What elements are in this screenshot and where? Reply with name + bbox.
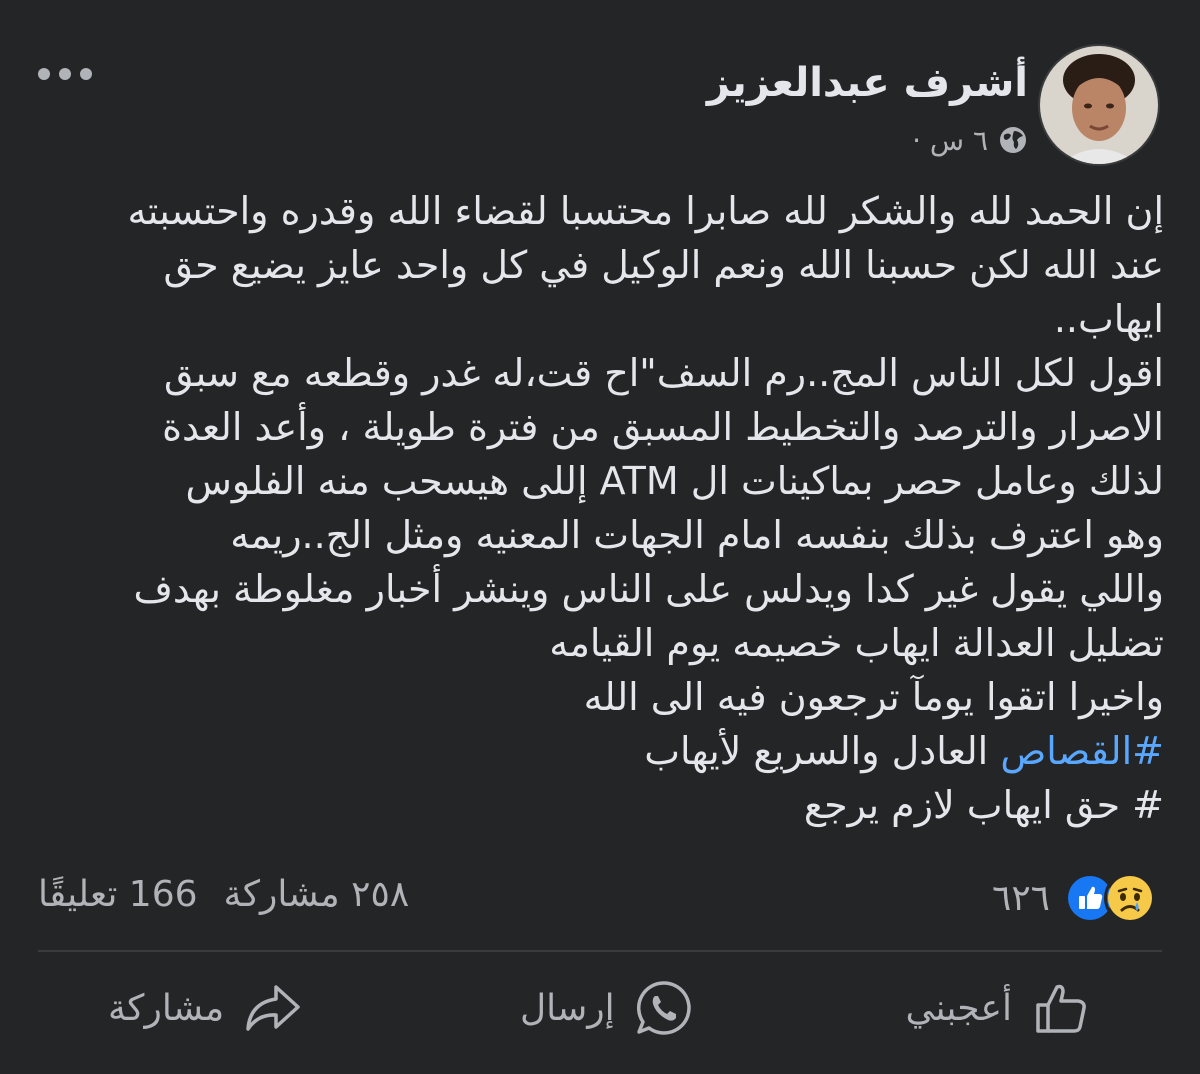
post-line: الاصرار والترصد والتخطيط المسبق من فترة … — [162, 405, 1164, 449]
share-button[interactable]: مشاركة — [108, 968, 304, 1048]
author-avatar[interactable] — [1038, 44, 1160, 166]
author-name[interactable]: أشرف عبدالعزيز — [707, 60, 1028, 106]
hashtag-line: #القصاص العادل والسريع لأيهاب — [54, 724, 1164, 778]
post-line: واخيرا اتقوا يومآ ترجعون فيه الى الله — [583, 675, 1164, 719]
post-line: وهو اعترف بذلك بنفسه امام الجهات المعنيه… — [230, 513, 1164, 557]
dot-icon — [80, 68, 92, 80]
post-line: لذلك وعامل حصر بماكينات ال ATM إللى هيسح… — [185, 459, 1165, 503]
engagement-counts: 166 تعليقًا ٢٥٨ مشاركة — [38, 874, 409, 915]
post-header: أشرف عبدالعزيز ٦ س · — [0, 40, 1200, 170]
shares-count[interactable]: ٢٥٨ مشاركة — [224, 874, 410, 915]
post-meta: ٦ س · — [912, 120, 1028, 160]
dot-icon — [38, 68, 50, 80]
reactions-count: ٦٢٦ — [991, 877, 1050, 919]
sad-reaction-icon — [1104, 872, 1156, 924]
post-line: عند الله لكن حسبنا الله ونعم الوكيل في ك… — [163, 243, 1164, 287]
post-stats: ٦٢٦ 166 تعليقًا ٢٥٨ مشاركة — [0, 868, 1200, 924]
more-options-button[interactable] — [38, 62, 92, 86]
share-label: مشاركة — [108, 987, 225, 1029]
send-button[interactable]: إرسال — [520, 968, 695, 1048]
share-arrow-icon — [246, 985, 300, 1031]
send-label: إرسال — [520, 987, 615, 1029]
whatsapp-icon — [636, 981, 691, 1035]
comments-count[interactable]: 166 تعليقًا — [38, 874, 198, 915]
post-line: اقول لكل الناس المج..رم السف"اح قت،له غد… — [163, 351, 1164, 395]
post-text: إن الحمد لله والشكر لله صابرا محتسبا لقض… — [54, 184, 1164, 832]
post-line: تضليل العدالة ايهاب خصيمه يوم القيامه — [549, 621, 1164, 665]
post-time[interactable]: ٦ س · — [912, 124, 988, 157]
hashtag-link[interactable]: #القصاص — [1000, 729, 1164, 773]
post-line: واللي يقول غير كدا ويدلس على الناس وينشر… — [133, 567, 1164, 611]
like-label: أعجبني — [905, 987, 1012, 1029]
dot-icon — [59, 68, 71, 80]
thumbs-up-icon — [1036, 984, 1086, 1033]
divider — [38, 950, 1162, 952]
hashtag-line-2: # حق ايهاب لازم يرجع — [803, 783, 1164, 827]
post-line: إن الحمد لله والشكر لله صابرا محتسبا لقض… — [127, 189, 1164, 233]
action-bar: أعجبني إرسال مشاركة — [0, 968, 1200, 1048]
globe-icon — [1000, 127, 1026, 153]
reactions-summary[interactable]: ٦٢٦ — [992, 872, 1156, 924]
hashtag-line-text: العادل والسريع لأيهاب — [644, 729, 1001, 773]
post-line: ايهاب.. — [1053, 297, 1164, 341]
like-button[interactable]: أعجبني — [906, 968, 1092, 1048]
